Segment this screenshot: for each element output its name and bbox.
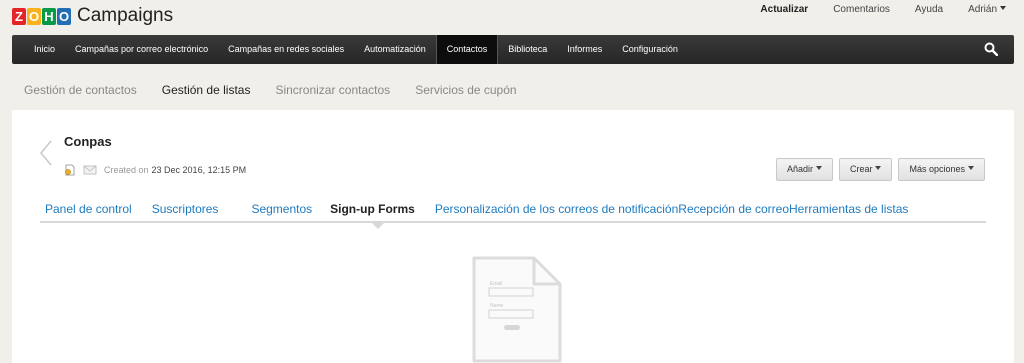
- add-button-label: Añadir: [786, 164, 813, 174]
- illustration-email-label: Email: [490, 281, 503, 287]
- subnav-list-management[interactable]: Gestión de listas: [162, 82, 251, 98]
- more-options-button[interactable]: Más opciones: [898, 158, 985, 181]
- tab-subscribers[interactable]: Suscriptores: [152, 201, 219, 217]
- list-file-icon: [65, 164, 75, 176]
- illustration-name-label: Name: [490, 303, 504, 309]
- upgrade-link[interactable]: Actualizar: [760, 3, 808, 17]
- feedback-link[interactable]: Comentarios: [833, 3, 890, 17]
- tab-dashboard[interactable]: Panel de control: [45, 201, 132, 217]
- contacts-subnav: Gestión de contactos Gestión de listas S…: [24, 82, 517, 98]
- help-link[interactable]: Ayuda: [915, 3, 943, 17]
- chevron-down-icon: [875, 166, 882, 170]
- tab-notification-emails[interactable]: Personalización de los correos de notifi…: [435, 201, 678, 217]
- tab-list-tools[interactable]: Herramientas de listas: [789, 201, 908, 217]
- back-chevron-icon[interactable]: [39, 140, 53, 166]
- subnav-sync-contacts[interactable]: Sincronizar contactos: [275, 82, 390, 98]
- nav-item-contacts[interactable]: Contactos: [435, 35, 499, 64]
- list-tabs: Panel de control Suscriptores Segmentos …: [40, 201, 986, 223]
- list-meta: Created on 23 Dec 2016, 12:15 PM: [64, 164, 246, 176]
- subnav-coupon-services[interactable]: Servicios de cupón: [415, 82, 516, 98]
- zoho-letter-o: O: [27, 7, 41, 25]
- nav-item-email-campaigns[interactable]: Campañas por correo electrónico: [65, 35, 218, 64]
- zoho-campaigns-logo[interactable]: Z O H O Campaigns: [12, 5, 173, 27]
- top-links: Actualizar Comentarios Ayuda Adrián: [760, 3, 1006, 17]
- zoho-letter-o2: O: [57, 7, 71, 25]
- chevron-down-icon: [1000, 6, 1006, 10]
- more-options-label: Más opciones: [909, 164, 965, 174]
- nav-item-settings[interactable]: Configuración: [612, 35, 688, 64]
- zoho-logo-letters: Z O H O: [12, 7, 71, 25]
- list-name: Conpas: [64, 134, 112, 149]
- created-prefix: Created on: [104, 165, 149, 175]
- chevron-down-icon: [968, 166, 974, 170]
- tab-signup-forms[interactable]: Sign-up Forms: [330, 201, 415, 217]
- user-name: Adrián: [968, 4, 997, 15]
- nav-item-automation[interactable]: Automatización: [354, 35, 436, 64]
- nav-item-library[interactable]: Biblioteca: [498, 35, 557, 64]
- create-button[interactable]: Crear: [838, 158, 893, 181]
- nav-item-social-campaigns[interactable]: Campañas en redes sociales: [218, 35, 354, 64]
- user-menu[interactable]: Adrián: [968, 3, 1006, 17]
- tab-segments[interactable]: Segmentos: [251, 201, 312, 217]
- envelope-icon: [83, 165, 97, 175]
- created-date: 23 Dec 2016, 12:15 PM: [151, 165, 247, 175]
- list-detail-card: Conpas Created on 23 Dec 2016, 12:15 PM …: [12, 110, 1014, 363]
- tab-mail-reception[interactable]: Recepción de correo: [678, 201, 789, 217]
- top-bar: Z O H O Campaigns Actualizar Comentarios…: [0, 0, 1024, 34]
- signup-form-illustration: Email Name: [472, 256, 562, 363]
- list-actions: Añadir Crear Más opciones: [775, 158, 985, 181]
- main-navbar: Inicio Campañas por correo electrónico C…: [12, 35, 1014, 64]
- nav-item-home[interactable]: Inicio: [24, 35, 65, 64]
- app-name: Campaigns: [77, 5, 174, 26]
- chevron-down-icon: [815, 166, 822, 170]
- zoho-letter-z: Z: [12, 7, 26, 25]
- add-button[interactable]: Añadir: [775, 158, 833, 181]
- zoho-letter-h: H: [42, 7, 56, 25]
- nav-item-reports[interactable]: Informes: [557, 35, 612, 64]
- create-button-label: Crear: [849, 164, 873, 174]
- active-tab-pointer: [372, 223, 384, 229]
- search-icon[interactable]: [984, 42, 998, 56]
- subnav-contact-management[interactable]: Gestión de contactos: [24, 82, 137, 98]
